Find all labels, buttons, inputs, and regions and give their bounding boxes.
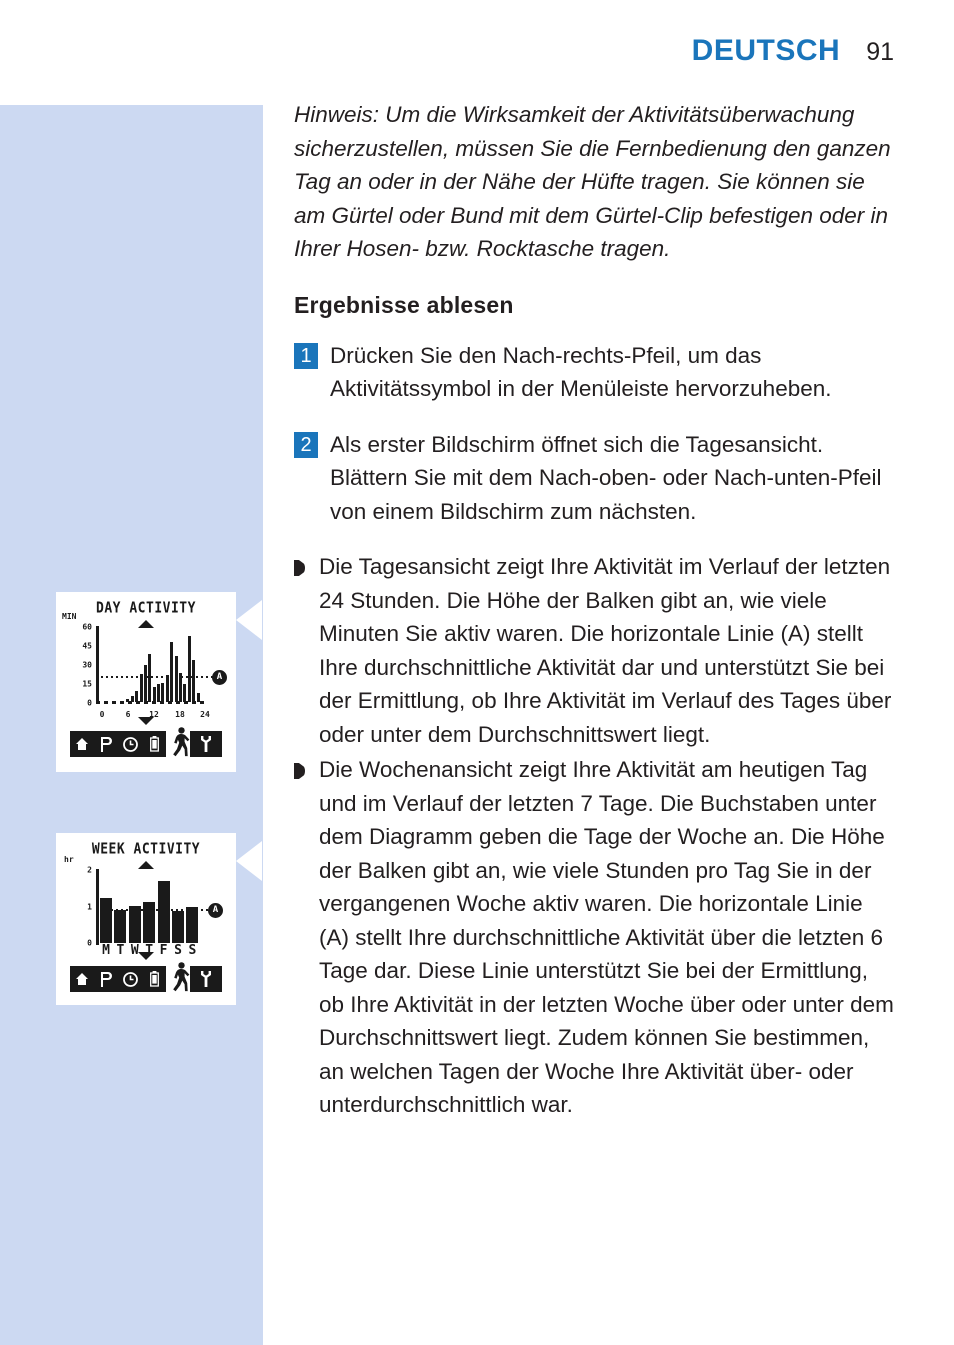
week-chart-day-label: S — [188, 943, 197, 958]
menu-segment-left — [70, 731, 166, 757]
walking-person-icon[interactable] — [168, 960, 192, 992]
triangle-down-icon — [138, 952, 154, 960]
p-icon[interactable] — [94, 736, 118, 752]
day-chart-ytick-45: 45 — [82, 641, 92, 651]
device-screen-week-activity: WEEK ACTIVITY hr 2 1 0 A MTWTFSS — [56, 833, 236, 1005]
page-header: DEUTSCH 91 — [692, 34, 894, 68]
week-chart-bars — [100, 869, 204, 943]
day-chart-xtick-18: 18 — [175, 710, 185, 719]
day-chart-bar — [126, 699, 130, 702]
numbered-step: 2 Als erster Bildschirm öffnet sich die … — [294, 428, 894, 529]
day-chart-bar — [143, 665, 147, 702]
week-chart-bar — [186, 907, 199, 943]
list-item: Die Wochenansicht zeigt Ihre Aktivität a… — [294, 753, 894, 1122]
day-chart-bar — [152, 686, 156, 702]
day-screen-menu-bar[interactable] — [70, 731, 222, 757]
week-chart-y-axis — [96, 869, 99, 945]
step-number-badge: 2 — [294, 431, 318, 458]
week-chart-bar — [171, 911, 184, 943]
page-number: 91 — [866, 38, 894, 66]
day-chart-bar — [179, 672, 183, 702]
day-chart-y-unit: MIN — [62, 612, 77, 621]
week-screen-menu-bar[interactable] — [70, 966, 222, 992]
week-chart-bar — [143, 902, 156, 943]
day-chart-ytick-30: 30 — [82, 660, 92, 670]
menu-segment-left — [70, 966, 166, 992]
note-paragraph: Hinweis: Um die Wirksamkeit der Aktivitä… — [294, 102, 891, 261]
week-chart-average-badge: A — [208, 903, 223, 918]
week-activity-chart: hr 2 1 0 A MTWTFSS — [64, 855, 223, 958]
language-label: DEUTSCH — [691, 34, 841, 67]
day-chart-bars — [100, 626, 208, 702]
day-chart-bar — [165, 675, 169, 702]
device-screen-day-activity: DAY ACTIVITY MIN 60 45 30 15 0 A 0 6 12 … — [56, 592, 236, 772]
week-chart-y-unit: hr — [64, 855, 74, 864]
day-chart-bar — [174, 656, 178, 702]
day-chart-bar — [135, 690, 139, 702]
week-chart-day-label: M — [102, 943, 110, 958]
bullet-arrow-icon — [294, 560, 305, 576]
day-chart-ytick-0: 0 — [87, 698, 92, 708]
day-chart-bar — [130, 695, 134, 702]
week-chart-bar — [100, 897, 112, 943]
step-text: Drücken Sie den Nach-rechts-Pfeil, um da… — [330, 342, 832, 402]
week-chart-bar — [128, 906, 141, 943]
week-chart-ytick-1: 1 — [87, 902, 92, 912]
home-icon[interactable] — [70, 972, 94, 986]
week-chart-day-label: T — [116, 943, 125, 958]
day-chart-bar — [170, 642, 174, 702]
battery-icon[interactable] — [142, 736, 166, 752]
day-chart-xtick-24: 24 — [200, 710, 210, 719]
numbered-step: 1 Drücken Sie den Nach-rechts-Pfeil, um … — [294, 339, 894, 406]
day-chart-bar — [192, 660, 196, 702]
week-chart-day-label: S — [174, 943, 182, 958]
day-chart-bar — [148, 653, 152, 702]
day-chart-y-axis — [96, 626, 99, 704]
day-chart-ytick-15: 15 — [82, 679, 92, 689]
day-chart-bar — [157, 684, 161, 702]
week-chart-ytick-0: 0 — [87, 938, 92, 948]
day-chart-xtick-0: 0 — [99, 710, 105, 719]
step-text: Als erster Bildschirm öffnet sich die Ta… — [330, 431, 882, 524]
week-chart-bar — [157, 880, 170, 943]
day-chart-ytick-60: 60 — [82, 622, 92, 632]
day-chart-bar — [187, 636, 191, 702]
week-chart-day-label: F — [159, 943, 168, 958]
p-icon[interactable] — [94, 971, 118, 987]
bullet-text: Die Wochenansicht zeigt Ihre Aktivität a… — [319, 757, 894, 1117]
day-chart-bar — [196, 693, 200, 702]
clock-icon[interactable] — [118, 736, 142, 752]
day-chart-bar — [139, 674, 143, 702]
step-number-badge: 1 — [294, 342, 318, 369]
triangle-down-icon — [138, 717, 154, 725]
walking-person-icon[interactable] — [168, 725, 192, 757]
bullet-text: Die Tagesansicht zeigt Ihre Aktivität im… — [319, 554, 892, 747]
wrench-icon[interactable] — [194, 971, 218, 987]
main-content-column: Hinweis: Um die Wirksamkeit der Aktivitä… — [294, 98, 894, 1124]
clock-icon[interactable] — [118, 971, 142, 987]
day-chart-xtick-6: 6 — [125, 710, 131, 719]
day-chart-bar — [161, 683, 165, 702]
day-chart-bar — [183, 684, 187, 702]
battery-icon[interactable] — [142, 971, 166, 987]
wrench-icon[interactable] — [194, 736, 218, 752]
day-chart-bar — [200, 700, 204, 702]
menu-segment-right — [190, 966, 222, 992]
list-item: Die Tagesansicht zeigt Ihre Aktivität im… — [294, 550, 894, 751]
week-chart-bar — [114, 909, 127, 943]
week-chart-ytick-2: 2 — [87, 865, 92, 875]
home-icon[interactable] — [70, 737, 94, 751]
triangle-up-icon — [138, 861, 154, 869]
day-activity-chart: MIN 60 45 30 15 0 A 0 6 12 18 24 — [62, 612, 227, 719]
bullet-arrow-icon — [294, 763, 305, 779]
day-chart-average-badge: A — [212, 670, 227, 685]
page-title: Ergebnisse ablesen — [294, 291, 514, 318]
menu-segment-right — [190, 731, 222, 757]
